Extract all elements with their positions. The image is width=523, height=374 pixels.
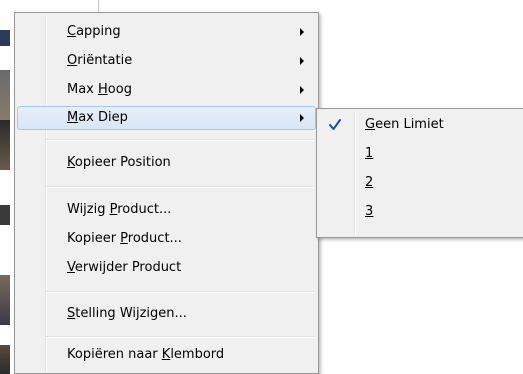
background-divider — [98, 0, 99, 12]
menu-item-orientatie[interactable]: Oriëntatie — [17, 49, 316, 73]
menu-item-label: Kopieer Position — [67, 155, 171, 170]
menu-item-max-diep[interactable]: Max Diep — [17, 106, 316, 130]
menu-item-label: Max Diep — [67, 110, 128, 125]
submenu-item-1[interactable]: 1 — [319, 141, 523, 167]
context-menu: Capping Oriëntatie Max Hoog Max Diep Kop… — [14, 12, 319, 374]
menu-item-label: Oriëntatie — [67, 53, 133, 68]
submenu-item-label: 3 — [365, 204, 374, 219]
menu-item-stelling-wijzigen[interactable]: Stelling Wijzigen... — [17, 302, 316, 326]
submenu-item-3[interactable]: 3 — [319, 199, 523, 225]
menu-separator — [46, 186, 314, 188]
menu-item-label: Capping — [67, 24, 121, 39]
menu-separator — [46, 291, 314, 293]
menu-separator — [46, 139, 314, 141]
checkmark-icon — [324, 114, 346, 136]
menu-item-max-hoog[interactable]: Max Hoog — [17, 78, 316, 102]
menu-item-wijzig-product[interactable]: Wijzig Product... — [17, 198, 316, 222]
submenu-max-diep: Geen Limiet 1 2 3 — [316, 108, 523, 238]
chevron-right-icon — [300, 28, 304, 36]
menu-item-label: Max Hoog — [67, 82, 132, 97]
chevron-right-icon — [300, 86, 304, 94]
menu-item-label: Kopieer Product... — [67, 231, 182, 246]
menu-separator — [46, 336, 314, 338]
menu-item-label: Stelling Wijzigen... — [67, 306, 187, 321]
submenu-item-label: 1 — [365, 146, 374, 161]
menu-item-label: Wijzig Product... — [67, 202, 172, 217]
menu-item-kopieren-naar-klembord[interactable]: Kopiëren naar Klembord — [17, 343, 316, 367]
chevron-right-icon — [300, 57, 304, 65]
menu-item-verwijder-product[interactable]: Verwijder Product — [17, 256, 316, 280]
menu-item-kopieer-position[interactable]: Kopieer Position — [17, 151, 316, 175]
submenu-item-2[interactable]: 2 — [319, 170, 523, 196]
menu-item-label: Verwijder Product — [67, 260, 182, 275]
submenu-item-geen-limiet[interactable]: Geen Limiet — [319, 112, 523, 138]
submenu-item-label: 2 — [365, 175, 374, 190]
chevron-right-icon — [300, 114, 304, 122]
menu-item-capping[interactable]: Capping — [17, 20, 316, 44]
screen: Capping Oriëntatie Max Hoog Max Diep Kop… — [0, 0, 523, 374]
menu-item-kopieer-product[interactable]: Kopieer Product... — [17, 227, 316, 251]
submenu-item-label: Geen Limiet — [365, 117, 444, 132]
menu-item-label: Kopiëren naar Klembord — [67, 347, 225, 362]
